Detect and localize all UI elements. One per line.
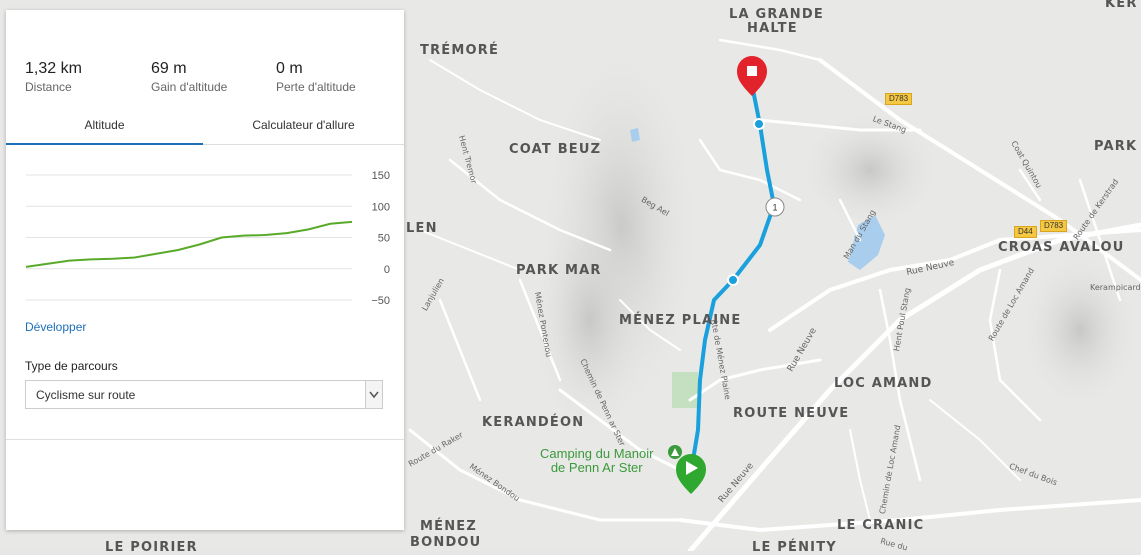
place-label: LE POIRIER — [105, 540, 198, 555]
tab-altitude[interactable]: Altitude — [6, 110, 203, 145]
chevron-down-icon[interactable] — [365, 381, 382, 408]
place-label: PARK MAR — [516, 263, 602, 278]
elevation-chart: 150 100 50 0 −50 — [25, 170, 390, 307]
expand-link[interactable]: Développer — [25, 320, 86, 334]
divider — [6, 439, 404, 440]
route-type-value: Cyclisme sur route — [36, 388, 136, 402]
stat-distance: 1,32 km Distance — [25, 60, 82, 94]
place-label: HALTE — [747, 21, 798, 36]
stat-value: 1,32 km — [25, 60, 82, 77]
place-label: LEN — [406, 221, 438, 236]
y-tick-label: 150 — [372, 170, 390, 182]
road-badge: D44 — [1014, 226, 1037, 238]
stat-value: 0 m — [276, 60, 303, 77]
place-label: BONDOU — [410, 535, 482, 550]
street-label: Kerampicard — [1090, 283, 1141, 292]
stat-elevation-loss: 0 m Perte d'altitude — [276, 60, 356, 94]
road-badge: D783 — [1040, 220, 1068, 232]
poi-camping[interactable]: Camping du Manoir de Penn Ar Ster — [540, 447, 653, 475]
poi-line: Camping du Manoir — [540, 446, 654, 461]
place-label: KER — [1105, 0, 1138, 11]
road-badge: D783 — [885, 93, 913, 105]
place-label: ROUTE NEUVE — [733, 406, 850, 421]
stat-value: 69 m — [151, 60, 187, 77]
place-label: LE PÉNITY — [752, 540, 837, 555]
place-label: LE CRANIC — [837, 518, 925, 533]
tab-pace-calculator[interactable]: Calculateur d'allure — [203, 110, 404, 143]
km-marker: 1 — [765, 197, 785, 217]
stat-label: Perte d'altitude — [276, 80, 356, 94]
svg-text:1: 1 — [772, 203, 777, 213]
place-label: KERANDÉON — [482, 415, 585, 430]
place-label: MÉNEZ — [420, 519, 478, 534]
stat-label: Distance — [25, 80, 72, 94]
place-label: COAT BEUZ — [509, 142, 602, 157]
poi-line: de Penn Ar Ster — [550, 460, 643, 475]
y-tick-label: 100 — [372, 201, 390, 213]
place-label: TRÉMORÉ — [420, 43, 500, 58]
route-waypoint — [727, 274, 739, 286]
stat-elevation-gain: 69 m Gain d'altitude — [151, 60, 227, 94]
panel-tabs: Altitude Calculateur d'allure — [6, 110, 404, 145]
route-info-panel: 1,32 km Distance 69 m Gain d'altitude 0 … — [6, 10, 404, 530]
route-type-select[interactable]: Cyclisme sur route — [25, 380, 383, 409]
camping-icon — [668, 445, 682, 459]
place-label: LA GRANDE — [729, 7, 824, 22]
route-type-label: Type de parcours — [25, 359, 118, 373]
y-tick-label: −50 — [371, 295, 390, 307]
place-label: MÉNEZ PLAINE — [619, 313, 742, 328]
place-label: LOC AMAND — [834, 376, 933, 391]
park-area — [672, 372, 698, 408]
stats-row: 1,32 km Distance 69 m Gain d'altitude 0 … — [25, 60, 384, 100]
y-tick-label: 50 — [378, 233, 390, 245]
y-tick-label: 0 — [384, 264, 390, 276]
place-label: CROAS AVALOU — [998, 240, 1125, 255]
stat-label: Gain d'altitude — [151, 80, 228, 94]
elevation-line — [25, 220, 353, 268]
place-label: PARK — [1094, 139, 1138, 154]
route-waypoint — [753, 118, 765, 130]
